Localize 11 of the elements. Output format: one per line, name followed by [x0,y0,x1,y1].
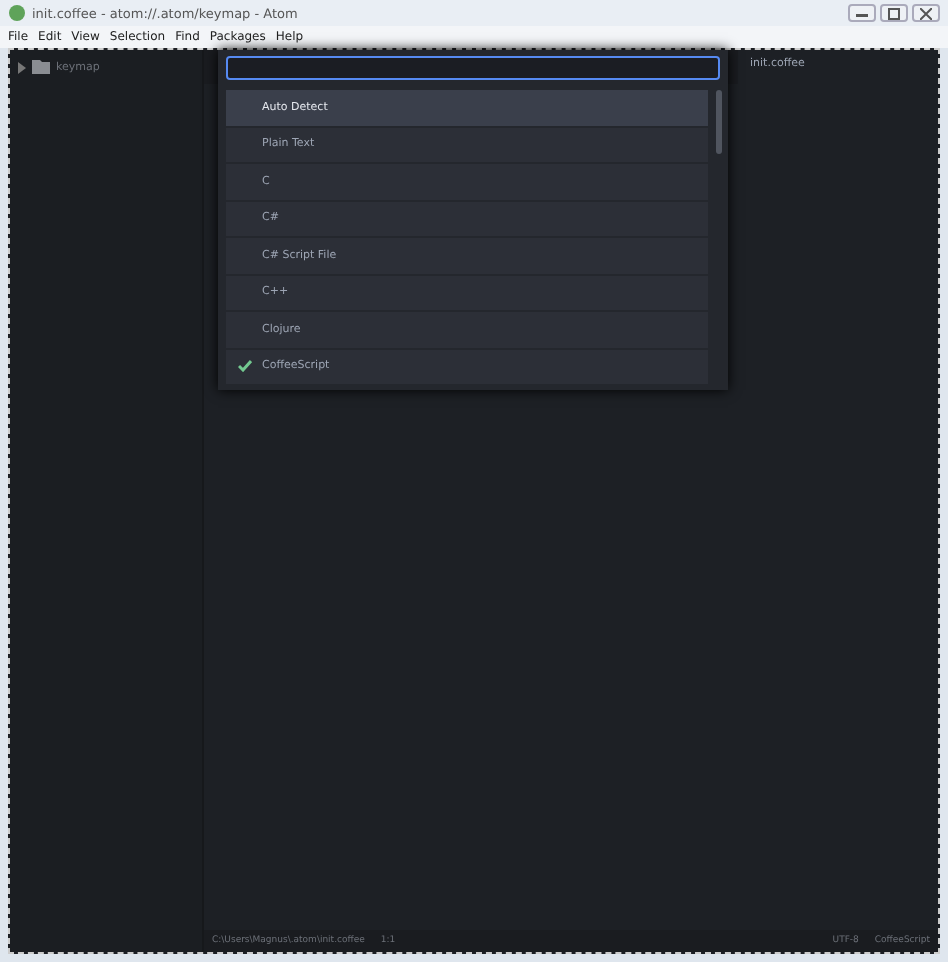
search-field[interactable] [226,56,720,80]
folder-icon [32,60,50,74]
app-icon [8,4,26,22]
close-icon [920,7,932,19]
caret-icon[interactable] [16,61,26,73]
minimize-button[interactable] [848,4,876,22]
maximize-button[interactable] [880,4,908,22]
minimize-icon [856,9,868,17]
scrollbar[interactable] [716,90,722,154]
maximize-icon [888,7,900,19]
close-button[interactable] [912,4,940,22]
